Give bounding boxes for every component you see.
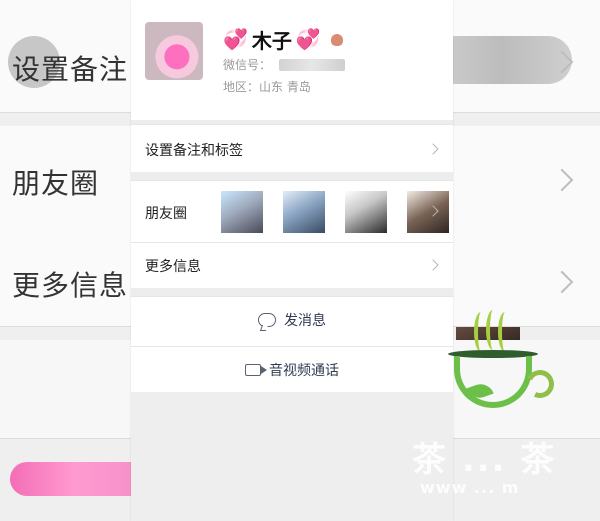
video-call-button[interactable]: 音视频通话 — [131, 346, 453, 393]
chevron-right-icon — [427, 259, 439, 271]
avatar[interactable] — [145, 22, 203, 80]
moments-thumbnail — [221, 191, 263, 233]
wechat-id-row: 微信号： — [223, 56, 346, 73]
contact-name: 木子 — [251, 28, 292, 53]
bg-remark-label: 设置备注 — [12, 53, 129, 86]
video-call-label: 音视频通话 — [269, 363, 339, 379]
steam-icon — [498, 312, 512, 352]
remark-tags-row[interactable]: 设置备注和标签 — [131, 124, 453, 172]
section-divider — [131, 172, 453, 180]
bg-chevron-icon — [550, 168, 574, 192]
chat-bubble-icon — [258, 313, 276, 327]
watermark-url: www ... m — [420, 478, 520, 497]
bg-moments-label: 朋友圈 — [12, 167, 100, 200]
empty-footer-area — [131, 392, 453, 521]
chevron-right-icon — [427, 143, 439, 155]
send-message-button[interactable]: 发消息 — [131, 296, 453, 343]
moments-thumbnail — [283, 191, 325, 233]
watermark-text: 茶 ... 茶 — [412, 440, 557, 480]
name-row: 💞 木子 💞 — [223, 24, 343, 54]
phone-contact-card: 💞 木子 💞 微信号： 地区：山东 青岛 设置备注和标签 朋友圈 更多信息 发消… — [131, 0, 453, 521]
heart-emoji-icon: 💞 — [295, 27, 321, 51]
bg-more-label: 更多信息 — [12, 269, 129, 302]
more-info-row[interactable]: 更多信息 — [131, 242, 453, 288]
region-text: 地区：山东 青岛 — [223, 80, 311, 94]
wechat-id-label: 微信号： — [223, 58, 272, 72]
profile-header: 💞 木子 💞 微信号： 地区：山东 青岛 — [131, 0, 453, 120]
moments-label: 朋友圈 — [145, 206, 187, 222]
moments-thumbnails — [221, 191, 449, 233]
female-gender-icon — [331, 32, 343, 46]
cup-icon — [454, 356, 532, 408]
bg-chevron-icon — [550, 270, 574, 294]
heart-emoji-icon: 💞 — [223, 27, 248, 51]
section-divider — [131, 288, 453, 296]
more-info-label: 更多信息 — [145, 259, 201, 275]
remark-tags-label: 设置备注和标签 — [145, 143, 243, 159]
video-camera-icon — [245, 364, 267, 376]
send-message-label: 发消息 — [284, 313, 326, 329]
wechat-id-blurred — [279, 58, 346, 71]
moments-thumbnail — [345, 191, 387, 233]
tea-cup-watermark-logo — [446, 310, 558, 422]
moments-row[interactable]: 朋友圈 — [131, 180, 453, 242]
